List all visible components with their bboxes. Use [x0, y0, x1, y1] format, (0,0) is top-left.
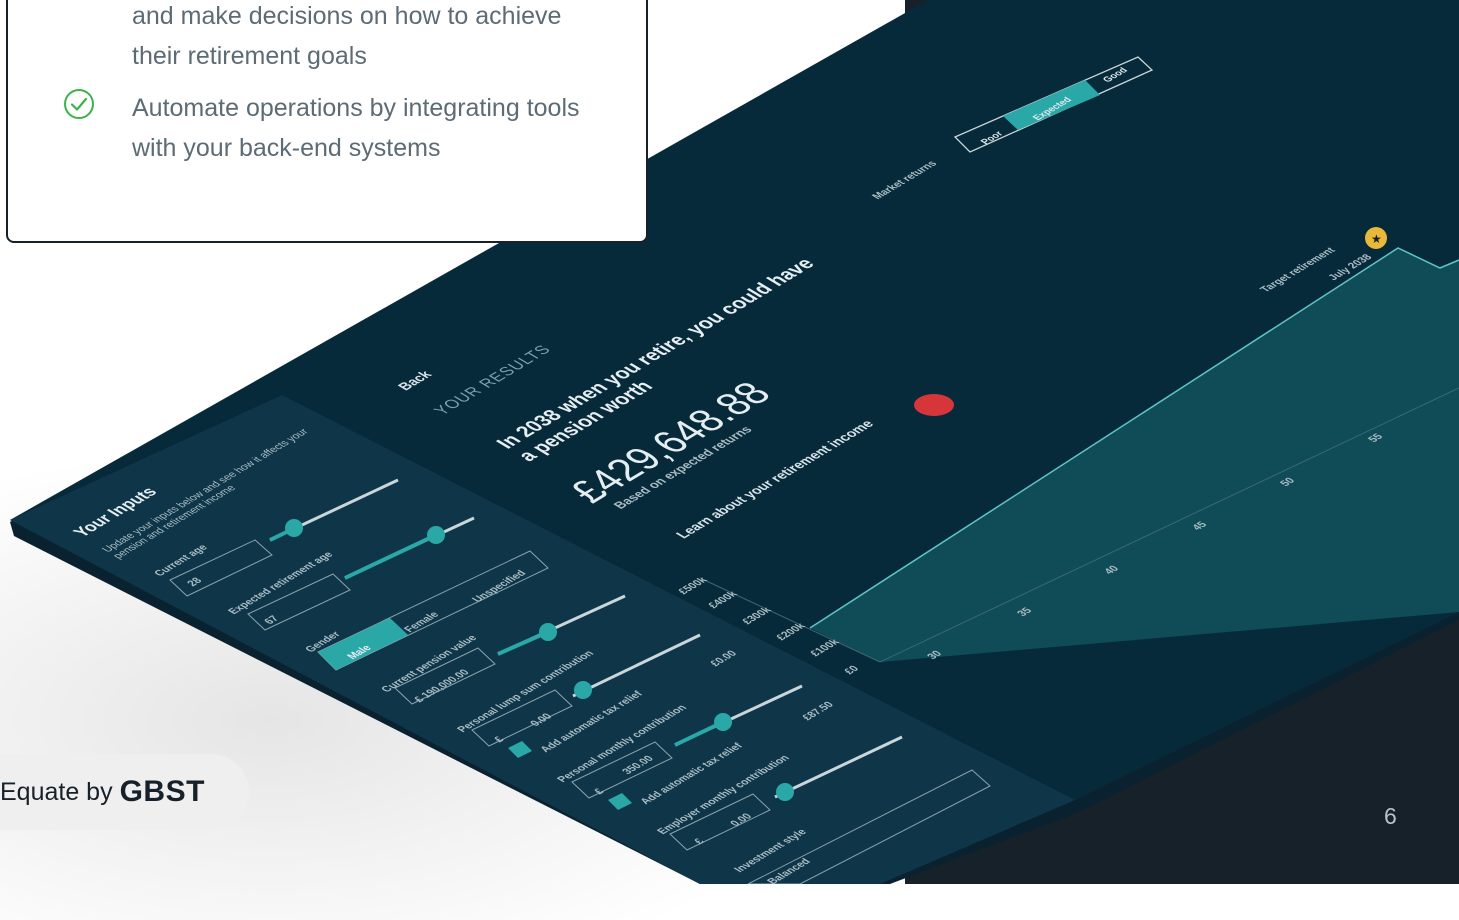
- brand-badge: Equate by GBST: [0, 754, 249, 830]
- employer-slider-thumb[interactable]: [776, 783, 794, 801]
- gbst-logo: GBST: [119, 775, 205, 808]
- brand-prefix: Equate by: [0, 777, 113, 806]
- feature-text-decisions: and make decisions on how to achieve the…: [132, 2, 562, 70]
- retire-slider-thumb[interactable]: [427, 526, 445, 544]
- alert-badge[interactable]: [914, 394, 954, 416]
- star-icon: ★: [1371, 232, 1382, 246]
- age-slider-thumb[interactable]: [285, 519, 303, 537]
- lump-slider-thumb[interactable]: [574, 681, 592, 699]
- feature-card: and make decisions on how to achieve the…: [6, 0, 648, 243]
- page-number: 6: [1384, 803, 1397, 829]
- feature-text-automate: Automate operations by integrating tools…: [132, 94, 580, 162]
- pension-slider-thumb[interactable]: [539, 623, 557, 641]
- monthly-slider-thumb[interactable]: [714, 713, 732, 731]
- check-circle-icon: [64, 89, 94, 119]
